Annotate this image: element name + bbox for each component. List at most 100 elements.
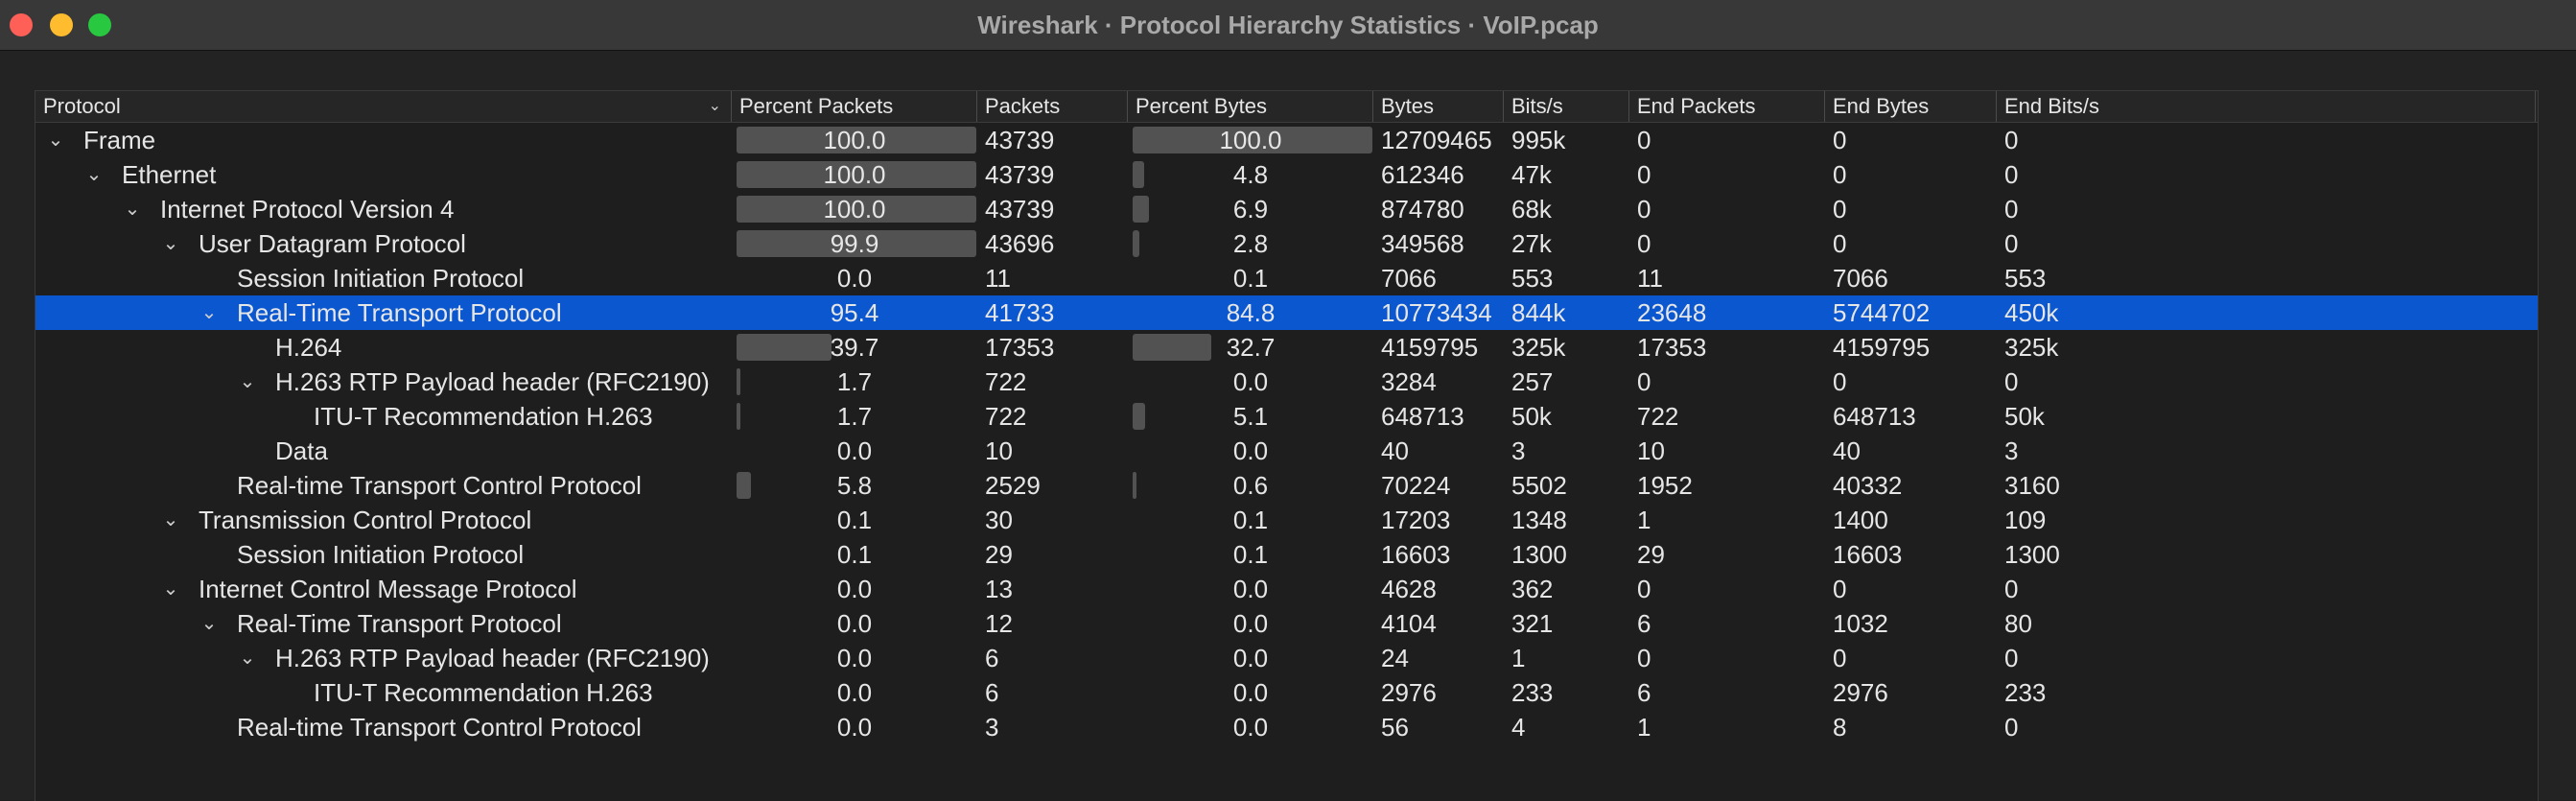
- end-bits-per-second-cell: 3160: [2004, 471, 2060, 500]
- protocol-name: Real-time Transport Control Protocol: [237, 471, 642, 500]
- percent-bytes-cell-value: 0.1: [1232, 264, 1269, 293]
- column-header-end-bits-per-second[interactable]: End Bits/s: [1997, 91, 2536, 122]
- percent-bytes-cell-value: 84.8: [1226, 298, 1276, 327]
- percent-bytes-cell: 0.1: [1131, 503, 1370, 537]
- end-bits-per-second-cell: 3: [2004, 436, 2019, 465]
- table-row[interactable]: Real-time Transport Control Protocol 5.8 2…: [35, 468, 2538, 503]
- percent-bytes-cell: 32.7: [1131, 330, 1370, 365]
- column-header-end-packets[interactable]: End Packets: [1629, 91, 1825, 122]
- end-packets-cell: 0: [1637, 575, 1651, 603]
- chevron-down-icon[interactable]: ⌄: [237, 641, 258, 675]
- end-packets-cell: 0: [1637, 160, 1651, 189]
- protocol-hierarchy-window: Wireshark · Protocol Hierarchy Statistic…: [0, 0, 2576, 801]
- column-header-end-bytes[interactable]: End Bytes: [1825, 91, 1997, 122]
- end-bytes-cell: 1400: [1833, 506, 1888, 534]
- percent-bytes-cell: 0.0: [1131, 572, 1370, 606]
- protocol-cell: ⌄ H.263 RTP Payload header (RFC2190): [35, 641, 728, 675]
- end-bits-per-second-cell: 0: [2004, 713, 2019, 742]
- percent-bytes-cell: 0.0: [1131, 675, 1370, 710]
- end-packets-cell: 1952: [1637, 471, 1693, 500]
- percent-packets-cell: 100.0: [735, 192, 976, 226]
- column-header-bits-per-second[interactable]: Bits/s: [1504, 91, 1629, 122]
- percent-packets-cell: 0.0: [735, 261, 974, 295]
- table-row[interactable]: H.264 39.7 17353 32.7 4159795 325k 17353 415979…: [35, 330, 2538, 365]
- table-row[interactable]: ⌄ H.263 RTP Payload header (RFC2190) 0.0 6 0…: [35, 641, 2538, 675]
- end-packets-cell: 0: [1637, 229, 1651, 258]
- chevron-down-icon[interactable]: ⌄: [160, 226, 181, 261]
- table-row[interactable]: ⌄ Real-Time Transport Protocol 0.0 12 0.0 410…: [35, 606, 2538, 641]
- table-row[interactable]: ⌄ Real-Time Transport Protocol 95.4 41733 84…: [35, 295, 2538, 330]
- chevron-down-icon[interactable]: ⌄: [45, 123, 66, 157]
- percent-bytes-cell-value: 0.0: [1232, 678, 1269, 707]
- bits-per-second-cell: 257: [1511, 367, 1554, 396]
- protocol-hierarchy-table[interactable]: Protocol ⌄ Percent Packets Packets Perce…: [35, 90, 2539, 801]
- protocol-cell: ⌄ Internet Protocol Version 4: [35, 192, 728, 226]
- chevron-down-icon[interactable]: ⌄: [199, 606, 220, 641]
- bytes-cell: 16603: [1381, 540, 1451, 569]
- end-packets-cell: 17353: [1637, 333, 1707, 362]
- protocol-cell: ITU-T Recommendation H.263: [35, 675, 728, 710]
- table-header: Protocol ⌄ Percent Packets Packets Perce…: [35, 91, 2538, 123]
- chevron-down-icon[interactable]: ⌄: [160, 572, 181, 606]
- percent-packets-cell-value: 39.7: [830, 333, 879, 362]
- end-bits-per-second-cell: 0: [2004, 126, 2019, 154]
- chevron-down-icon[interactable]: ⌄: [237, 365, 258, 399]
- bits-per-second-cell: 362: [1511, 575, 1554, 603]
- chevron-down-icon[interactable]: ⌄: [83, 157, 105, 192]
- protocol-name: Frame: [83, 126, 156, 154]
- end-bytes-cell: 8: [1833, 713, 1847, 742]
- table-row[interactable]: Session Initiation Protocol 0.1 29 0.1 16603…: [35, 537, 2538, 572]
- protocol-cell: ⌄ Real-Time Transport Protocol: [35, 606, 728, 641]
- table-row[interactable]: ⌄ Internet Control Message Protocol 0.0 13 0…: [35, 572, 2538, 606]
- percent-bytes-cell: 84.8: [1131, 295, 1370, 330]
- end-bits-per-second-cell: 0: [2004, 367, 2019, 396]
- column-header-percent-packets[interactable]: Percent Packets: [732, 91, 977, 122]
- table-row[interactable]: ⌄ Internet Protocol Version 4 100.0 43739 6.…: [35, 192, 2538, 226]
- end-bits-per-second-cell: 0: [2004, 644, 2019, 672]
- percent-packets-cell: 100.0: [735, 123, 976, 157]
- chevron-down-icon[interactable]: ⌄: [160, 503, 181, 537]
- table-row[interactable]: Real-time Transport Control Protocol 0.0 3…: [35, 710, 2538, 744]
- protocol-cell: ⌄ Frame: [35, 123, 728, 157]
- column-header-protocol[interactable]: Protocol ⌄: [35, 91, 732, 122]
- end-bytes-cell: 1032: [1833, 609, 1888, 638]
- end-bytes-cell: 0: [1833, 229, 1847, 258]
- percent-bytes-cell-value: 100.0: [1219, 126, 1282, 154]
- table-row[interactable]: ITU-T Recommendation H.263 1.7 722 5.1 64871…: [35, 399, 2538, 434]
- end-bytes-cell: 4159795: [1833, 333, 1931, 362]
- bits-per-second-cell: 553: [1511, 264, 1554, 293]
- bits-per-second-cell: 4: [1511, 713, 1526, 742]
- chevron-down-icon[interactable]: ⌄: [199, 295, 220, 330]
- percent-bytes-cell-value: 0.6: [1232, 471, 1269, 500]
- window-title: Wireshark · Protocol Hierarchy Statistic…: [977, 11, 1599, 39]
- protocol-name: Internet Control Message Protocol: [199, 575, 577, 603]
- percent-bytes-cell-value: 4.8: [1232, 160, 1269, 189]
- end-bytes-cell: 0: [1833, 126, 1847, 154]
- end-bits-per-second-cell: 233: [2004, 678, 2047, 707]
- end-bytes-cell: 648713: [1833, 402, 1916, 431]
- protocol-cell: Real-time Transport Control Protocol: [35, 710, 728, 744]
- table-row[interactable]: ⌄ Ethernet 100.0 43739 4.8 612346 47k 0 0 0: [35, 157, 2538, 192]
- protocol-name: H.264: [275, 333, 342, 362]
- bytes-cell: 10773434: [1381, 298, 1492, 327]
- table-row[interactable]: ⌄ Transmission Control Protocol 0.1 30 0.1 17…: [35, 503, 2538, 537]
- percent-bytes-cell-value: 32.7: [1226, 333, 1276, 362]
- packets-cell: 11: [985, 264, 1011, 293]
- bytes-cell: 4104: [1381, 609, 1437, 638]
- table-row[interactable]: ITU-T Recommendation H.263 0.0 6 0.0 2976 233…: [35, 675, 2538, 710]
- column-header-packets[interactable]: Packets: [977, 91, 1128, 122]
- table-row[interactable]: Data 0.0 10 0.0 40 3 10 40 3: [35, 434, 2538, 468]
- end-bits-per-second-cell: 0: [2004, 229, 2019, 258]
- percent-bytes-cell-value: 0.0: [1232, 644, 1269, 672]
- packets-cell: 29: [985, 540, 1013, 569]
- chevron-down-icon[interactable]: ⌄: [122, 192, 143, 226]
- table-row[interactable]: Session Initiation Protocol 0.0 11 0.1 7066 5…: [35, 261, 2538, 295]
- packets-cell: 12: [985, 609, 1013, 638]
- table-row[interactable]: ⌄ User Datagram Protocol 99.9 43696 2.8 34956…: [35, 226, 2538, 261]
- packets-cell: 30: [985, 506, 1013, 534]
- bytes-cell: 349568: [1381, 229, 1464, 258]
- table-row[interactable]: ⌄ Frame 100.0 43739 100.0 12709465 995k 0 0 0: [35, 123, 2538, 157]
- column-header-bytes[interactable]: Bytes: [1373, 91, 1504, 122]
- table-row[interactable]: ⌄ H.263 RTP Payload header (RFC2190) 1.7 72…: [35, 365, 2538, 399]
- column-header-percent-bytes[interactable]: Percent Bytes: [1128, 91, 1373, 122]
